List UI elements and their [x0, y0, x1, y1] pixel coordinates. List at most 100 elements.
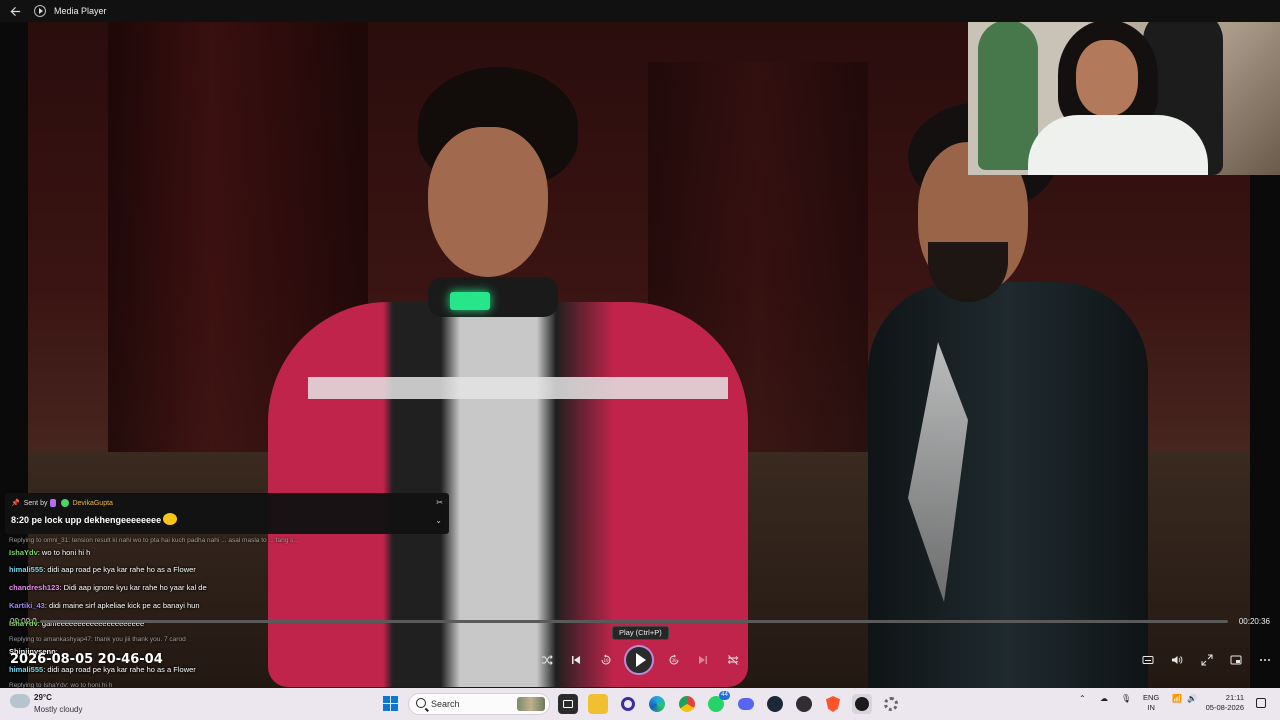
chat-text: : wo to honi hi h: [37, 548, 91, 557]
title-bar: Media Player: [0, 0, 1280, 22]
speaker-icon[interactable]: 🔊: [1187, 694, 1197, 703]
svg-text:10: 10: [604, 658, 610, 663]
search-highlight-image: [517, 697, 545, 711]
chat-reply-context: Replying to omni_31: tension result ki n…: [9, 537, 299, 544]
play-button[interactable]: [624, 645, 654, 675]
search-label: Search: [431, 699, 460, 709]
steam-icon[interactable]: [765, 694, 785, 714]
weather-temperature: 29°C: [34, 693, 52, 702]
chat-text: : didi maine sirf apkeliae kick pe ac ba…: [44, 601, 200, 610]
repeat-off-button[interactable]: [725, 652, 741, 668]
discord-icon[interactable]: [736, 694, 756, 714]
next-button[interactable]: [695, 652, 711, 668]
notification-icon[interactable]: [1256, 698, 1266, 708]
pinned-header: 📌 Sent by DevikaGupta: [11, 499, 113, 507]
chat-text: : Didi aap ignore kyu kar rahe ho yaar k…: [59, 583, 207, 592]
skip-previous-icon: [572, 656, 580, 664]
whatsapp-badge: 44: [719, 691, 730, 700]
shuffle-button[interactable]: [539, 652, 555, 668]
host-figure: [868, 102, 1168, 688]
verified-badge-icon: [61, 499, 70, 507]
obs-icon[interactable]: [794, 694, 814, 714]
screen: Media Player 📌 Sent by DevikaGupta 8:20 …: [0, 0, 1280, 720]
pinned-username: DevikaGupta: [72, 499, 113, 507]
microphone-icon[interactable]: 🎙: [1121, 694, 1131, 703]
chevron-up-icon[interactable]: ⌃: [1079, 694, 1086, 703]
start-button[interactable]: [383, 696, 398, 711]
taskbar-search[interactable]: Search: [408, 693, 550, 715]
previous-button[interactable]: [568, 652, 584, 668]
file-explorer-icon[interactable]: [588, 694, 608, 714]
media-player-icon: [34, 5, 46, 17]
chat-text: : didi aap road pe kya kar rahe ho as a …: [43, 565, 196, 574]
chat-message: IshaYdv: wo to honi hi h: [9, 548, 90, 557]
clock-time: 21:11: [1225, 693, 1244, 702]
language-primary: ENG: [1143, 693, 1160, 702]
subscriber-badge-icon: [50, 499, 57, 507]
settings-icon[interactable]: [881, 694, 901, 714]
recording-timestamp: 2026-08-05 20-46-04: [10, 652, 163, 667]
rewind-10-icon: 10: [601, 654, 611, 665]
repeat-off-icon: [727, 655, 739, 665]
chat-message: Kartiki_43: didi maine sirf apkeliae kic…: [9, 601, 200, 610]
cloud-icon: [10, 694, 30, 708]
mini-player-button[interactable]: [1228, 652, 1244, 668]
volume-button[interactable]: [1169, 652, 1185, 668]
search-icon: [416, 698, 426, 708]
skip-next-icon: [699, 656, 707, 664]
pin-icon: 📌: [11, 500, 20, 507]
player-controls: 10 30: [0, 644, 1280, 676]
language-region: IN: [1147, 703, 1155, 712]
wifi-icon[interactable]: 📶: [1172, 694, 1182, 703]
chat-username[interactable]: IshaYdv: [9, 548, 38, 557]
chat-reply-context: Replying to amankashyap47: thank you jii…: [9, 636, 186, 643]
expand-icon: [1201, 654, 1213, 666]
seek-bar[interactable]: [40, 620, 1228, 623]
more-icon: [1260, 659, 1270, 661]
webcam-overlay: [968, 0, 1280, 175]
streamer-face: [1076, 40, 1138, 116]
forward-30-icon: 30: [669, 654, 679, 665]
brave-icon[interactable]: [823, 694, 843, 714]
chat-username[interactable]: Kartiki_43: [9, 601, 45, 610]
chat-username[interactable]: himali555: [9, 565, 43, 574]
window-title: Media Player: [54, 6, 107, 16]
arrow-left-icon: [10, 6, 20, 16]
mini-player-icon: [1230, 655, 1242, 665]
chat-message: chandresh123: Didi aap ignore kyu kar ra…: [9, 583, 207, 592]
chat-message: himali555: didi aap road pe kya kar rahe…: [9, 565, 196, 574]
whatsapp-icon[interactable]: 44: [706, 691, 730, 714]
task-view-icon[interactable]: [558, 694, 578, 714]
captions-icon: [1142, 656, 1154, 664]
edge-icon[interactable]: [647, 694, 667, 714]
chrome-icon[interactable]: [677, 694, 697, 714]
chevron-down-icon[interactable]: ⌄: [435, 516, 442, 525]
more-options-button[interactable]: [1257, 652, 1273, 668]
plant-image: [978, 20, 1038, 170]
volume-icon: [1172, 656, 1183, 664]
chat-username[interactable]: chandresh123: [9, 583, 59, 592]
media-player-taskbar-icon[interactable]: [852, 694, 872, 714]
emoji-icon: [163, 513, 178, 525]
play-tooltip: Play (Ctrl+P): [612, 626, 669, 640]
onedrive-icon[interactable]: ☁: [1100, 694, 1108, 703]
clock[interactable]: 21:11 05-08-2026: [1204, 693, 1244, 713]
weather-condition: Mostly cloudy: [34, 705, 83, 714]
pinned-sent-by: Sent by: [23, 499, 48, 507]
cortana-icon[interactable]: [618, 694, 638, 714]
forward-30-button[interactable]: 30: [666, 652, 682, 668]
captions-button[interactable]: [1140, 652, 1156, 668]
unpin-icon[interactable]: ✂: [436, 498, 443, 507]
back-button[interactable]: [0, 0, 30, 22]
svg-text:30: 30: [672, 658, 678, 663]
taskbar: 29°C Mostly cloudy Search 44 ⌃ ☁ 🎙 ENG I…: [0, 688, 1280, 720]
weather-widget[interactable]: 29°C Mostly cloudy: [10, 691, 120, 719]
pinned-text: 8:20 pe lock upp dekhengeeeeeeee: [11, 513, 178, 525]
rewind-10-button[interactable]: 10: [598, 652, 614, 668]
clock-date: 05-08-2026: [1205, 703, 1244, 712]
total-time: 00:20:36: [1238, 617, 1270, 626]
language-indicator[interactable]: ENG IN: [1143, 693, 1159, 713]
pinned-message: 📌 Sent by DevikaGupta 8:20 pe lock upp d…: [5, 493, 449, 534]
chat-username[interactable]: IshaYdv: [9, 619, 38, 628]
fullscreen-button[interactable]: [1199, 652, 1215, 668]
